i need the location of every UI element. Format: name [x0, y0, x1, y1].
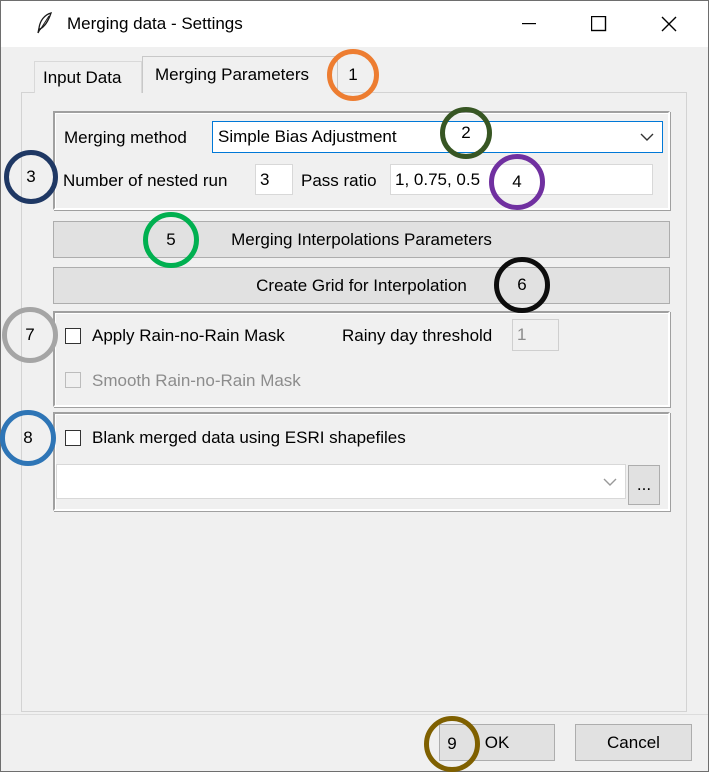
smooth-mask-checkbox[interactable] — [65, 372, 81, 388]
smooth-mask-label: Smooth Rain-no-Rain Mask — [92, 371, 301, 390]
annotation-marker-5: 5 — [143, 212, 199, 268]
maximize-button[interactable] — [564, 1, 634, 47]
merging-method-label: Merging method — [64, 128, 187, 147]
shapefile-select[interactable] — [56, 464, 626, 499]
annotation-number: 3 — [26, 167, 36, 186]
annotation-number: 7 — [25, 325, 35, 344]
pass-ratio-label: Pass ratio — [301, 171, 377, 190]
annotation-marker-1: 1 — [327, 49, 379, 101]
rainy-threshold-value: 1 — [517, 325, 527, 344]
feather-icon — [36, 12, 54, 34]
tab-input-data[interactable]: Input Data — [34, 61, 142, 93]
annotation-marker-6: 6 — [494, 257, 550, 313]
annotation-number: 1 — [348, 65, 358, 84]
button-label: Merging Interpolations Parameters — [231, 229, 492, 249]
annotation-marker-3: 3 — [4, 150, 58, 204]
apply-mask-label: Apply Rain-no-Rain Mask — [92, 326, 285, 345]
close-icon — [661, 16, 677, 32]
nested-run-label: Number of nested run — [63, 171, 228, 190]
annotation-number: 5 — [166, 230, 176, 249]
annotation-marker-4: 4 — [489, 154, 545, 210]
minimize-icon — [522, 23, 536, 25]
annotation-number: 9 — [447, 734, 457, 753]
merging-method-value: Simple Bias Adjustment — [218, 127, 397, 146]
maximize-icon — [591, 16, 607, 32]
annotation-number: 4 — [512, 172, 522, 191]
create-grid-button[interactable]: Create Grid for Interpolation — [53, 267, 670, 304]
chevron-down-icon — [640, 133, 654, 141]
annotation-marker-8: 8 — [0, 410, 56, 466]
merging-method-select[interactable]: Simple Bias Adjustment — [212, 121, 663, 153]
button-label: Create Grid for Interpolation — [256, 275, 467, 295]
minimize-button[interactable] — [494, 1, 564, 47]
tab-label: Merging Parameters — [155, 65, 310, 84]
annotation-marker-2: 2 — [440, 107, 492, 159]
annotation-number: 8 — [23, 428, 33, 447]
annotation-number: 6 — [517, 275, 527, 294]
rainy-threshold-input[interactable]: 1 — [512, 319, 559, 351]
window-title: Merging data - Settings — [67, 14, 243, 33]
blank-shapefile-label: Blank merged data using ESRI shapefiles — [92, 428, 406, 447]
blank-shapefile-checkbox[interactable] — [65, 430, 81, 446]
chevron-down-icon — [603, 478, 617, 486]
button-label: Cancel — [607, 732, 660, 752]
annotation-marker-7: 7 — [2, 307, 58, 363]
tab-merging-parameters[interactable]: Merging Parameters — [142, 56, 338, 93]
nested-run-value: 3 — [260, 169, 270, 189]
button-label: ... — [636, 475, 652, 494]
apply-mask-checkbox[interactable] — [65, 328, 81, 344]
close-button[interactable] — [634, 1, 704, 47]
button-label: OK — [484, 732, 510, 752]
rainy-threshold-label: Rainy day threshold — [342, 326, 493, 345]
cancel-button[interactable]: Cancel — [575, 724, 692, 761]
nested-run-input[interactable]: 3 — [255, 164, 293, 195]
annotation-number: 2 — [461, 123, 471, 142]
browse-button[interactable]: ... — [628, 465, 660, 505]
annotation-marker-9: 9 — [424, 716, 480, 772]
tab-label: Input Data — [43, 67, 122, 87]
pass-ratio-value: 1, 0.75, 0.5 — [395, 169, 481, 189]
